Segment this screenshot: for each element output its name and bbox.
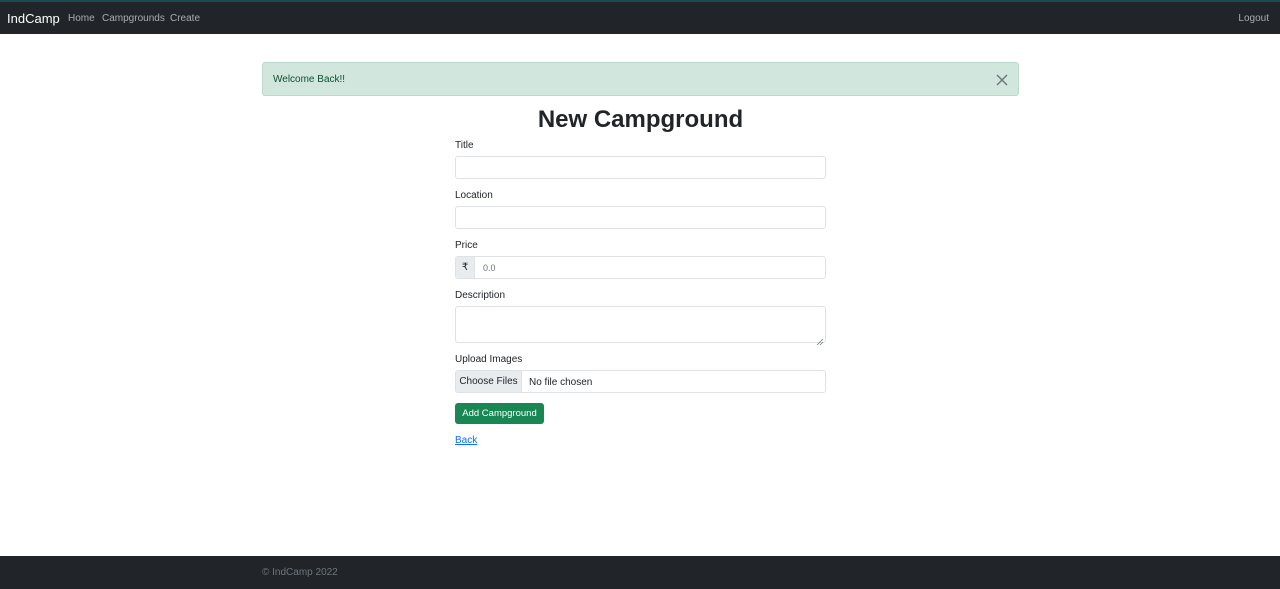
alert-message: Welcome Back!! bbox=[273, 74, 346, 85]
close-icon[interactable] bbox=[996, 73, 1008, 86]
add-campground-button[interactable]: Add Campground bbox=[455, 403, 544, 424]
success-alert: Welcome Back!! bbox=[262, 62, 1019, 96]
page-title: New Campground bbox=[537, 106, 744, 133]
nav-link-campgrounds[interactable]: Campgrounds bbox=[102, 13, 165, 24]
footer-copyright: © IndCamp 2022 bbox=[262, 567, 338, 578]
choose-files-button[interactable]: Choose Files bbox=[456, 371, 522, 392]
rupee-icon: ₹ bbox=[456, 257, 475, 278]
upload-label: Upload Images bbox=[455, 354, 523, 365]
back-link[interactable]: Back bbox=[455, 435, 477, 446]
no-file-text: No file chosen bbox=[529, 377, 593, 388]
nav-link-create[interactable]: Create bbox=[170, 13, 200, 24]
nav-link-logout[interactable]: Logout bbox=[1238, 13, 1269, 24]
location-label: Location bbox=[455, 190, 493, 201]
brand-link[interactable]: IndCamp bbox=[7, 11, 60, 26]
title-input[interactable] bbox=[455, 156, 826, 179]
resize-handle-icon[interactable] bbox=[816, 333, 824, 346]
file-input[interactable]: Choose Files No file chosen bbox=[455, 370, 826, 393]
footer: © IndCamp 2022 bbox=[0, 556, 1280, 589]
location-input[interactable] bbox=[455, 206, 826, 229]
navbar: IndCamp Home Campgrounds Create Logout bbox=[0, 0, 1280, 34]
description-textarea[interactable] bbox=[455, 306, 826, 346]
title-label: Title bbox=[455, 140, 474, 151]
price-label: Price bbox=[455, 240, 478, 251]
price-input-group[interactable]: ₹ 0.0 bbox=[455, 256, 826, 279]
nav-link-home[interactable]: Home bbox=[68, 13, 95, 24]
description-label: Description bbox=[455, 290, 506, 301]
price-input-placeholder[interactable]: 0.0 bbox=[483, 263, 496, 273]
